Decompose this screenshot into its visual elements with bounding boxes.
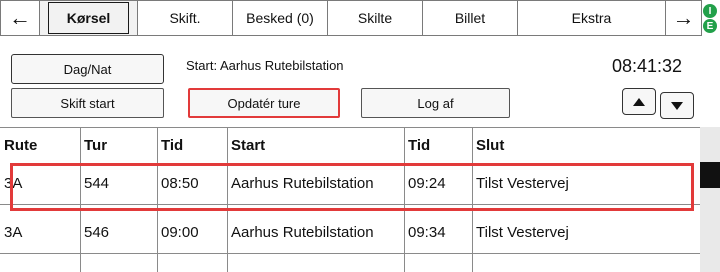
tab-label: Skift.	[169, 10, 201, 26]
cell-start: Aarhus Rutebilstation	[231, 223, 374, 241]
cell-trip: 546	[84, 223, 110, 241]
arrow-right-icon: →	[672, 5, 695, 30]
table-side-panel	[700, 127, 720, 272]
tab-besked[interactable]: Besked (0)	[233, 0, 328, 36]
forward-button[interactable]: →	[666, 0, 702, 36]
day-night-button[interactable]: Dag/Nat	[11, 54, 164, 84]
cell-arrival-time: 09:34	[408, 223, 446, 241]
tab-label: Billet	[454, 10, 486, 26]
cell-start: Aarhus Rutebilstation	[231, 174, 374, 192]
tab-skilte[interactable]: Skilte	[328, 0, 423, 36]
tab-label: Besked (0)	[246, 10, 314, 26]
scroll-up-button[interactable]	[622, 88, 656, 115]
status-indicator-top: I	[703, 4, 717, 18]
update-trips-button[interactable]: Opdatér ture	[188, 88, 340, 118]
day-night-label: Dag/Nat	[63, 61, 112, 77]
cell-end: Tilst Vestervej	[476, 223, 569, 241]
table-row-partial[interactable]	[0, 254, 700, 272]
log-off-label: Log af	[417, 95, 454, 111]
header-route: Rute	[4, 137, 38, 154]
shift-start-label: Skift start	[60, 95, 115, 111]
column-divider	[157, 127, 158, 272]
tab-skift[interactable]: Skift.	[138, 0, 233, 36]
table-row[interactable]: 3A 546 09:00 Aarhus Rutebilstation 09:34…	[0, 211, 700, 254]
header-departure-time: Tid	[161, 137, 184, 154]
cell-departure-time: 09:00	[161, 223, 199, 241]
header-end: Slut	[476, 137, 505, 154]
tab-label: Ekstra	[571, 10, 612, 26]
shift-start-button[interactable]: Skift start	[11, 88, 164, 118]
column-divider	[227, 127, 228, 272]
tab-ekstra[interactable]: Ekstra	[518, 0, 666, 36]
start-station-label: Start: Aarhus Rutebilstation	[186, 58, 344, 73]
cell-route: 3A	[4, 174, 23, 192]
table-row[interactable]: 3A 544 08:50 Aarhus Rutebilstation 09:24…	[0, 162, 700, 205]
cell-arrival-time: 09:24	[408, 174, 446, 192]
side-panel-dark-strip	[700, 162, 720, 188]
cell-end: Tilst Vestervej	[476, 174, 569, 192]
column-divider	[404, 127, 405, 272]
cell-route: 3A	[4, 223, 23, 241]
status-indicator-bottom: E	[703, 19, 717, 33]
tab-billet[interactable]: Billet	[423, 0, 518, 36]
column-divider	[80, 127, 81, 272]
table-header: Rute Tur Tid Start Tid Slut	[0, 127, 700, 164]
cell-departure-time: 08:50	[161, 174, 199, 192]
header-trip: Tur	[84, 137, 108, 154]
tab-label: Skilte	[357, 10, 393, 26]
header-start: Start	[231, 137, 266, 154]
clock: 08:41:32	[612, 56, 683, 76]
scroll-down-button[interactable]	[660, 92, 694, 119]
arrow-left-icon: ←	[9, 5, 31, 30]
back-button[interactable]: ←	[0, 0, 40, 36]
tab-label: Kørsel	[47, 2, 130, 34]
caret-down-icon	[671, 101, 683, 110]
caret-up-icon	[633, 97, 645, 106]
update-trips-label: Opdatér ture	[227, 95, 301, 111]
column-divider	[472, 127, 473, 272]
log-off-button[interactable]: Log af	[361, 88, 510, 118]
cell-trip: 544	[84, 174, 110, 192]
tab-korsel[interactable]: Kørsel	[40, 0, 138, 36]
header-arrival-time: Tid	[408, 137, 431, 154]
status-indicator: I E	[703, 4, 720, 34]
